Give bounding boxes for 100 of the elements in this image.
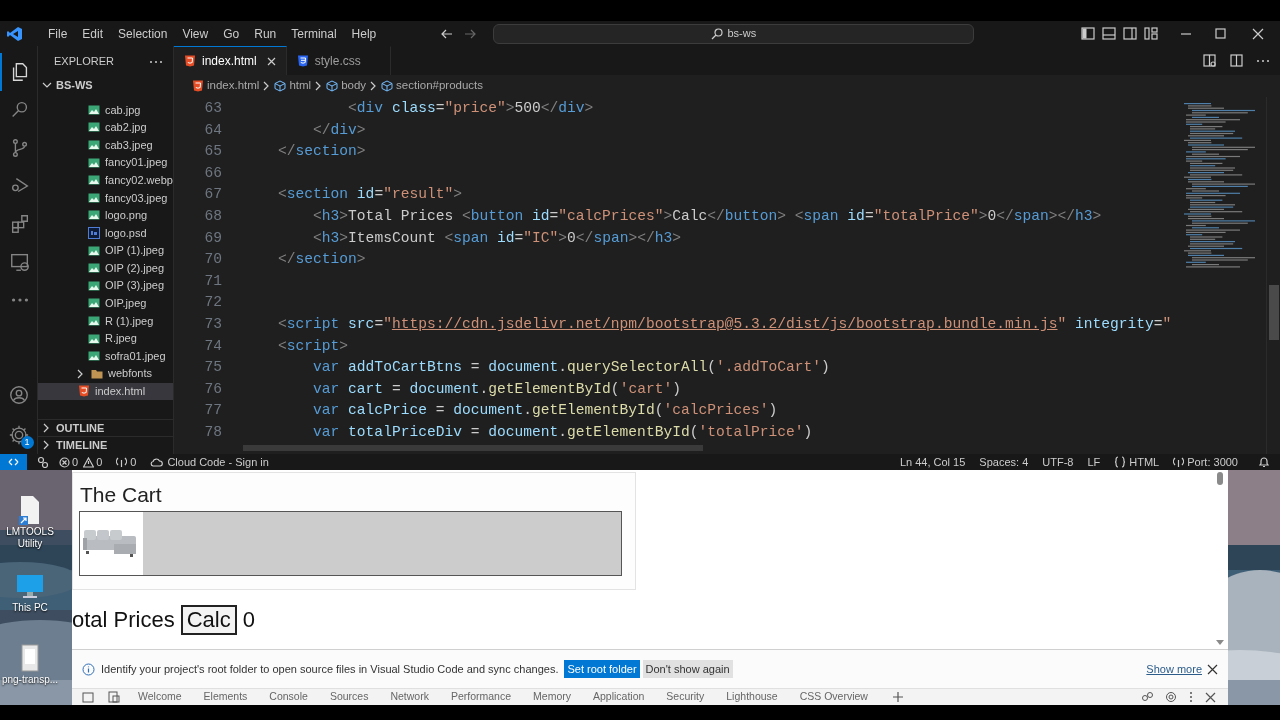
command-center-search[interactable]: bs-ws — [493, 23, 975, 44]
file-tree-item[interactable]: fancy02.webp — [38, 171, 173, 189]
file-tree-item[interactable]: cab2.jpg — [38, 118, 173, 137]
remote-button[interactable] — [0, 454, 27, 470]
image-file-icon — [88, 244, 100, 257]
menu-item[interactable]: Run — [248, 24, 283, 43]
menu-item[interactable]: Selection — [112, 24, 174, 43]
image-file-icon — [88, 174, 100, 187]
file-tree-item[interactable]: fancy03.jpeg — [38, 188, 173, 207]
antenna-icon — [116, 456, 128, 468]
cube-icon — [381, 80, 394, 92]
customize-layout-icon[interactable] — [1144, 27, 1158, 40]
line-number: 76 — [203, 379, 222, 399]
file-tree-item[interactable]: webfonts — [38, 364, 173, 383]
ports-button[interactable]: 0 — [116, 453, 137, 471]
code-line: </div> — [312, 120, 366, 140]
cloud-code-button[interactable]: Cloud Code - Sign in — [150, 453, 269, 471]
file-tree-item[interactable]: logo.psd — [38, 224, 173, 242]
chevron-right-icon — [370, 81, 378, 91]
menu-item[interactable]: Go — [217, 24, 246, 43]
file-tree-item[interactable]: OIP.jpeg — [38, 294, 173, 313]
file-tree-item[interactable]: OIP (1).jpeg — [38, 241, 173, 260]
breadcrumb-item[interactable]: index.html — [192, 77, 260, 95]
image-file-icon — [88, 297, 100, 310]
settings-icon[interactable] — [7, 424, 30, 446]
status-item[interactable]: LF — [1087, 453, 1101, 471]
image-file-icon — [88, 191, 100, 204]
warning-icon — [83, 456, 95, 468]
maximize-icon[interactable] — [1215, 28, 1226, 39]
chevron-down-icon[interactable] — [42, 81, 52, 89]
breadcrumb-item[interactable]: html — [274, 77, 312, 95]
image-file-icon — [88, 350, 100, 363]
status-item[interactable]: Port: 3000 — [1173, 453, 1238, 471]
line-number: 77 — [203, 401, 222, 421]
image-file-icon — [88, 314, 100, 327]
code-line: var totalPriceDiv = document.getElementById('totalPrice') — [312, 422, 813, 442]
status-item[interactable]: Ln 44, Col 15 — [899, 453, 966, 471]
error-icon — [59, 456, 70, 468]
folder-icon — [91, 367, 103, 380]
notification-badge: 1 — [20, 436, 34, 449]
breadcrumb-item[interactable]: section#products — [381, 77, 484, 95]
split-editor-icon[interactable] — [1230, 54, 1243, 67]
back-arrow-icon[interactable] — [440, 27, 455, 40]
code-line: <div class="price">500</div> — [347, 99, 594, 118]
panel-section-header[interactable]: TIMELINE — [38, 436, 173, 453]
html-file-icon — [192, 80, 204, 92]
code-line: var addToCartBtns = document.querySelectorAll('.addToCart') — [312, 358, 830, 378]
toggle-sidebar-icon[interactable] — [1081, 27, 1095, 40]
cube-icon — [326, 80, 339, 92]
monitor-icon[interactable] — [8, 251, 31, 273]
file-tree-item[interactable]: R.jpeg — [38, 329, 173, 348]
file-tree-item[interactable]: fancy01.jpeg — [38, 153, 173, 172]
line-number: 66 — [203, 163, 222, 183]
line-number: 71 — [203, 271, 222, 291]
forward-arrow-icon[interactable] — [463, 27, 478, 40]
problems-button[interactable]: 0 0 — [59, 453, 103, 471]
bell-icon[interactable] — [1258, 456, 1270, 468]
cube-icon — [274, 80, 287, 92]
menu-item[interactable]: Terminal — [285, 24, 343, 43]
menu-item[interactable]: File — [42, 24, 74, 43]
line-number: 70 — [203, 250, 222, 270]
line-number: 69 — [203, 228, 222, 248]
code-line: var cart = document.getElementById('cart') — [312, 379, 681, 399]
file-tree-item[interactable]: sofra01.jpeg — [38, 347, 173, 365]
panel-section-header[interactable]: OUTLINE — [38, 419, 173, 436]
toggle-secondary-sidebar-icon[interactable] — [1123, 27, 1137, 40]
file-tree-item[interactable]: index.html — [38, 382, 173, 401]
line-number: 78 — [203, 422, 222, 442]
app-logo-icon — [6, 25, 22, 42]
line-number: 75 — [203, 358, 222, 378]
file-tree-item[interactable]: cab3.jpeg — [38, 136, 173, 154]
line-number: 73 — [203, 314, 222, 334]
file-tree-item[interactable]: logo.png — [38, 206, 173, 225]
open-preview-icon[interactable] — [1203, 53, 1217, 68]
chevron-right-icon — [315, 81, 323, 91]
menu-item[interactable]: Edit — [76, 24, 110, 43]
image-file-icon — [88, 279, 100, 292]
menu-item[interactable]: View — [176, 24, 215, 43]
file-tree-item[interactable]: R (1).jpeg — [38, 312, 173, 330]
account-icon[interactable] — [7, 384, 30, 406]
file-tree-item[interactable]: cab.jpg — [38, 101, 173, 119]
file-tree-item[interactable]: OIP (2).jpeg — [38, 259, 173, 277]
folder-name[interactable]: BS-WS — [56, 76, 93, 94]
file-tree-item[interactable]: OIP (3).jpeg — [38, 276, 173, 295]
code-line: <script src="https://cdn.jsdelivr.net/npm/bootstrap@5.3.2/dist/js/bootstrap.bundle.min.js" integrity=" — [277, 314, 1172, 334]
scrollbar-thumb[interactable] — [243, 445, 703, 451]
editor-tab[interactable]: style.css — [286, 46, 391, 75]
line-number: 63 — [203, 99, 222, 118]
status-item[interactable]: UTF-8 — [1042, 453, 1074, 471]
menu-item[interactable]: Help — [345, 24, 383, 43]
editor-tab[interactable]: index.html — [174, 46, 287, 75]
scrollbar-thumb[interactable] — [1269, 285, 1279, 340]
status-item[interactable]: HTML — [1114, 453, 1160, 471]
toggle-panel-icon[interactable] — [1102, 27, 1116, 40]
image-file-icon — [88, 139, 100, 151]
status-item[interactable]: Spaces: 4 — [979, 453, 1029, 471]
line-number: 72 — [203, 293, 222, 313]
code-line: </section> — [277, 142, 366, 162]
breadcrumb-item[interactable]: body — [326, 77, 367, 95]
css-file-icon — [296, 55, 309, 67]
